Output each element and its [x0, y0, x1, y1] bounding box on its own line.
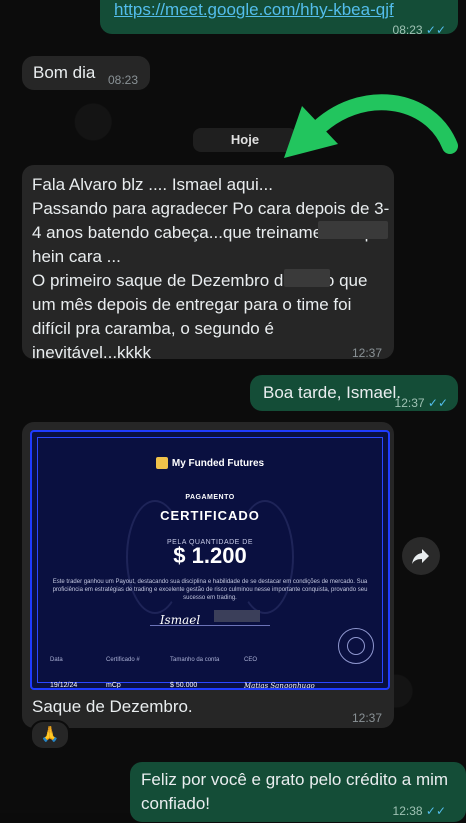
meet-link[interactable]: https://meet.google.com/hhy-kbea-qjf — [114, 0, 394, 22]
redaction-block — [318, 221, 388, 239]
certificate-amount: $ 1.200 — [173, 543, 247, 568]
message-bom-dia[interactable]: Bom dia 08:23 — [22, 56, 150, 90]
certificate-image[interactable]: My Funded Futures PAGAMENTO CERTIFICADO … — [30, 430, 390, 690]
certificate-number-field: Certificado # mCp — [106, 657, 140, 689]
message-time: 08:23 — [392, 23, 423, 37]
signature-line — [150, 625, 270, 626]
redaction-block — [284, 269, 330, 287]
signature: Ismael — [159, 613, 201, 627]
forward-button[interactable] — [402, 537, 440, 575]
redaction-block — [214, 610, 260, 622]
brand-name: My Funded Futures — [171, 458, 265, 469]
seal-icon — [338, 628, 374, 664]
date-field: Data 19/12/24 — [50, 657, 78, 689]
message-certificate[interactable]: My Funded Futures PAGAMENTO CERTIFICADO … — [22, 422, 394, 728]
message-time: 12:38 — [392, 804, 423, 818]
double-check-icon: ✓✓ — [427, 396, 448, 410]
double-check-icon: ✓✓ — [425, 23, 446, 37]
message-link[interactable]: https://meet.google.com/hhy-kbea-qjf 08:… — [100, 0, 458, 37]
double-check-icon: ✓✓ — [425, 804, 446, 818]
account-size-field: Tamanho da conta $ 50.000 — [170, 657, 220, 689]
message-time: 12:37 — [351, 346, 382, 360]
forward-arrow-icon — [412, 549, 429, 564]
message-time: 12:37 — [351, 711, 382, 725]
message-caption: Saque de Dezembro. — [32, 697, 193, 716]
certificate-title: CERTIFICADO — [160, 508, 260, 523]
reaction-badge[interactable]: 🙏 — [30, 720, 70, 750]
message-text: Fala Alvaro blz .... Ismael aqui... Pass… — [32, 175, 390, 362]
brand-logo-icon — [155, 457, 168, 470]
green-arrow-icon — [284, 94, 458, 158]
message-time: 08:23 — [108, 73, 139, 87]
message-boa-tarde[interactable]: Boa tarde, Ismael. 12:37 ✓✓ — [250, 375, 458, 411]
certificate-description: Este trader ganhou um Payout, destacando… — [52, 579, 368, 601]
message-text: Bom dia — [33, 63, 96, 82]
message-time: 12:37 — [394, 396, 425, 410]
message-feliz[interactable]: Feliz por você e grato pelo crédito a mi… — [130, 762, 466, 822]
message-text: Boa tarde, Ismael. — [263, 383, 401, 402]
ceo-field: CEO Matias Sangonhugo — [244, 657, 315, 690]
